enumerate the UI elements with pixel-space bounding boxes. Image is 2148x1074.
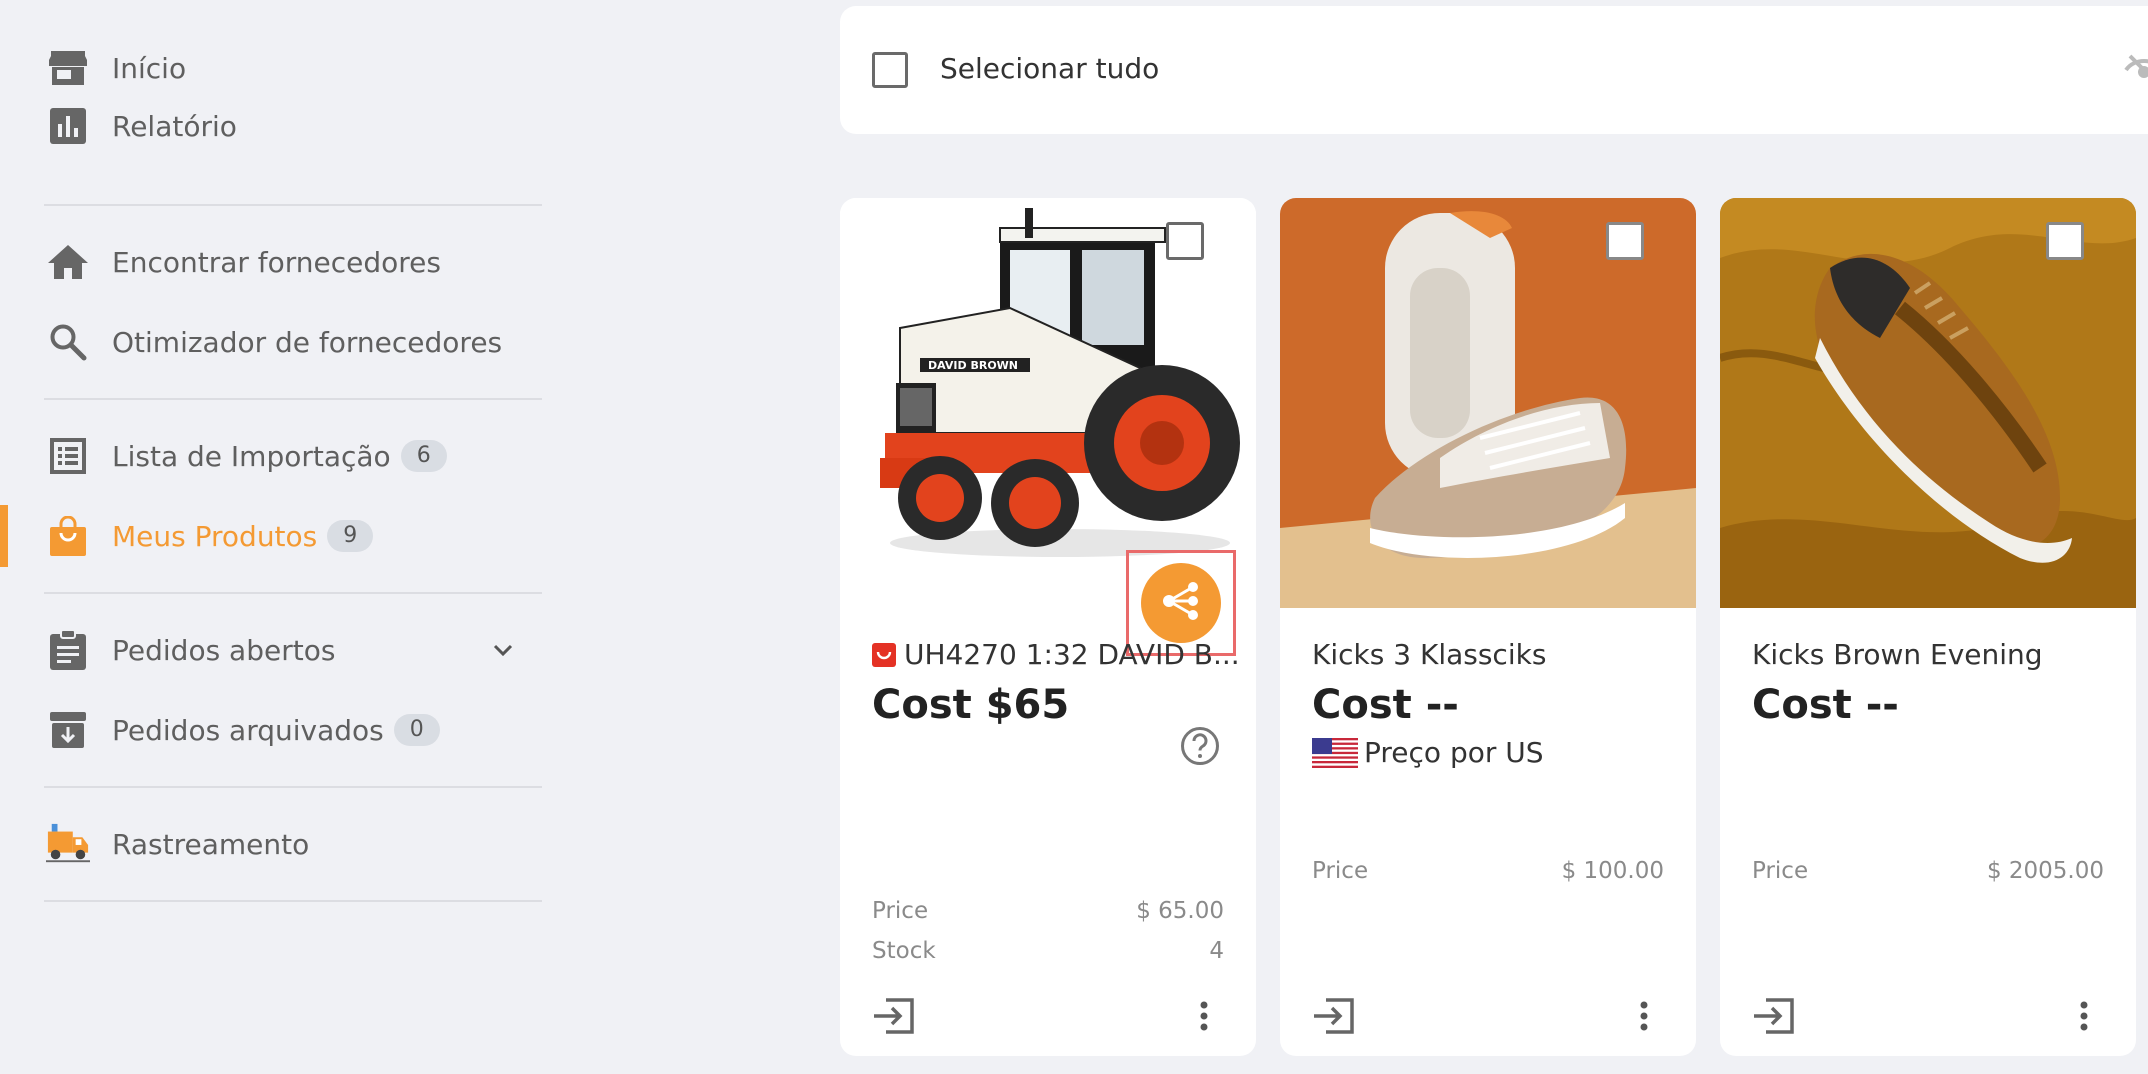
more-vertical-icon[interactable] [2076,996,2092,1036]
sidebar-item-text: Meus Produtos [112,519,318,553]
sidebar-item-label: Relatório [112,109,237,143]
more-vertical-icon[interactable] [1636,996,1652,1036]
price-region-text: Preço por US [1364,736,1544,769]
eye-off-icon[interactable] [2124,50,2148,94]
select-all-bar: Selecionar tudo [840,6,2148,134]
sidebar-item-label: Meus Produtos 9 [112,519,374,553]
price-label: Price [872,898,929,924]
select-all-checkbox[interactable] [872,52,908,88]
sidebar-item-text: Pedidos arquivados [112,713,384,747]
sidebar-divider [44,900,542,902]
sidebar-item-label: Encontrar fornecedores [112,245,441,279]
svg-text:DAVID BROWN: DAVID BROWN [928,359,1018,372]
share-button[interactable] [1141,563,1221,643]
search-icon [46,320,90,364]
push-to-store-icon[interactable] [872,996,916,1036]
product-cost: Cost $65 [872,682,1070,728]
sidebar-item-lista-importacao[interactable]: Lista de Importação 6 [0,421,560,491]
product-card[interactable]: Kicks 3 Klassciks Cost -- Preço por US P… [1280,198,1696,1056]
price-region: Preço por US [1312,736,1544,769]
sidebar-divider [44,398,542,400]
product-checkbox[interactable] [1606,222,1644,260]
sidebar-item-encontrar-fornecedores[interactable]: Encontrar fornecedores [0,227,560,297]
sidebar-item-label: Pedidos abertos [112,633,336,667]
sidebar-item-label: Otimizador de fornecedores [112,325,503,359]
sidebar-item-label: Início [112,51,187,85]
shopping-bag-icon [46,514,90,558]
delivery-truck-icon [46,822,90,866]
help-icon[interactable] [1180,726,1220,766]
sidebar-divider [44,592,542,594]
store-icon [46,46,90,90]
price-label: Price [1752,858,1809,884]
bar-chart-icon [46,104,90,148]
archive-icon [46,708,90,752]
price-row: Price $ 65.00 [872,898,1224,924]
us-flag-icon [1312,737,1364,768]
price-row: Price $ 100.00 [1312,858,1664,884]
count-badge: 9 [327,520,374,552]
product-title-text: UH4270 1:32 DAVID B... [904,638,1240,671]
chevron-down-icon[interactable] [488,635,518,665]
count-badge: 6 [400,440,447,472]
count-badge: 0 [393,714,440,746]
list-icon [46,434,90,478]
aliexpress-icon [872,642,896,667]
sidebar-item-otimizador[interactable]: Otimizador de fornecedores [0,307,560,377]
select-all-label[interactable]: Selecionar tudo [940,52,1159,85]
push-to-store-icon[interactable] [1312,996,1356,1036]
product-card[interactable]: DAVID BROWN UH4270 1:32 DAVID B... Cost … [840,198,1256,1056]
price-value: $ 2005.00 [1986,858,2104,884]
sidebar-item-meus-produtos[interactable]: Meus Produtos 9 [0,501,560,571]
sidebar-item-text: Lista de Importação [112,439,391,473]
home-icon [46,240,90,284]
product-checkbox[interactable] [1166,222,1204,260]
product-cost: Cost -- [1312,682,1459,728]
price-label: Price [1312,858,1369,884]
sidebar-item-label: Lista de Importação 6 [112,440,447,473]
sidebar-item-relatorio[interactable]: Relatório [0,91,560,161]
stock-value: 4 [1209,938,1224,964]
sidebar-item-pedidos-arquivados[interactable]: Pedidos arquivados 0 [0,695,560,765]
price-value: $ 65.00 [1136,898,1224,924]
product-title[interactable]: Kicks 3 Klassciks [1312,638,1546,671]
sidebar-item-pedidos-abertos[interactable]: Pedidos abertos [0,615,560,685]
price-row: Price $ 2005.00 [1752,858,2104,884]
sidebar-item-rastreamento[interactable]: Rastreamento [0,809,560,879]
more-vertical-icon[interactable] [1196,996,1212,1036]
share-icon [1159,579,1203,627]
product-checkbox[interactable] [2046,222,2084,260]
sidebar: Início Relatório Encontrar fornecedores … [0,0,560,1074]
price-value: $ 100.00 [1561,858,1664,884]
sidebar-divider [44,786,542,788]
sidebar-item-label: Rastreamento [112,827,310,861]
product-card[interactable]: Kicks Brown Evening Cost -- Price $ 2005… [1720,198,2136,1056]
clipboard-icon [46,628,90,672]
stock-label: Stock [872,938,936,964]
product-title[interactable]: UH4270 1:32 DAVID B... [872,638,1240,671]
push-to-store-icon[interactable] [1752,996,1796,1036]
product-title[interactable]: Kicks Brown Evening [1752,638,2043,671]
sidebar-divider [44,204,542,206]
stock-row: Stock 4 [872,938,1224,964]
product-cost: Cost -- [1752,682,1899,728]
sidebar-item-label: Pedidos arquivados 0 [112,714,440,747]
